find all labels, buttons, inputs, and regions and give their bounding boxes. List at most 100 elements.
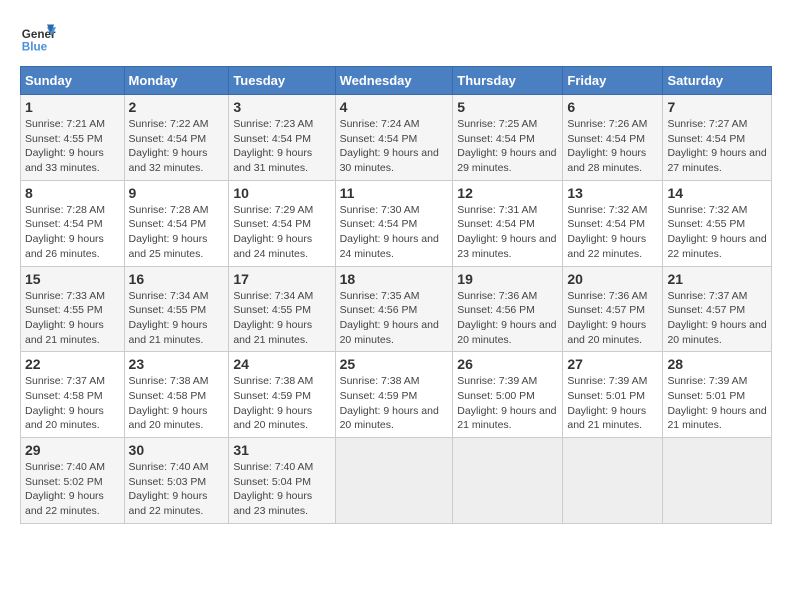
sunrise-label: Sunrise: 7:30 AM [340, 204, 420, 216]
sunset-label: Sunset: 4:54 PM [129, 133, 207, 145]
logo-icon: General Blue [20, 20, 56, 56]
sunrise-label: Sunrise: 7:39 AM [457, 375, 537, 387]
day-number: 24 [233, 356, 330, 372]
sunset-label: Sunset: 4:54 PM [25, 218, 103, 230]
daylight-label: Daylight: 9 hours and 20 minutes. [25, 405, 104, 432]
day-number: 25 [340, 356, 449, 372]
day-number: 21 [667, 271, 767, 287]
day-number: 10 [233, 185, 330, 201]
day-info: Sunrise: 7:39 AM Sunset: 5:00 PM Dayligh… [457, 374, 558, 433]
daylight-label: Daylight: 9 hours and 25 minutes. [129, 233, 208, 260]
sunset-label: Sunset: 4:54 PM [129, 218, 207, 230]
daylight-label: Daylight: 9 hours and 26 minutes. [25, 233, 104, 260]
daylight-label: Daylight: 9 hours and 24 minutes. [340, 233, 439, 260]
day-number: 30 [129, 442, 225, 458]
daylight-label: Daylight: 9 hours and 20 minutes. [340, 405, 439, 432]
day-info: Sunrise: 7:28 AM Sunset: 4:54 PM Dayligh… [25, 203, 120, 262]
calendar-cell: 5 Sunrise: 7:25 AM Sunset: 4:54 PM Dayli… [453, 95, 563, 181]
day-info: Sunrise: 7:40 AM Sunset: 5:02 PM Dayligh… [25, 460, 120, 519]
day-info: Sunrise: 7:38 AM Sunset: 4:58 PM Dayligh… [129, 374, 225, 433]
day-info: Sunrise: 7:36 AM Sunset: 4:57 PM Dayligh… [567, 289, 658, 348]
sunrise-label: Sunrise: 7:25 AM [457, 118, 537, 130]
calendar-cell: 11 Sunrise: 7:30 AM Sunset: 4:54 PM Dayl… [335, 180, 453, 266]
calendar-cell: 3 Sunrise: 7:23 AM Sunset: 4:54 PM Dayli… [229, 95, 335, 181]
calendar-cell: 13 Sunrise: 7:32 AM Sunset: 4:54 PM Dayl… [563, 180, 663, 266]
daylight-label: Daylight: 9 hours and 24 minutes. [233, 233, 312, 260]
day-number: 16 [129, 271, 225, 287]
daylight-label: Daylight: 9 hours and 22 minutes. [567, 233, 646, 260]
sunrise-label: Sunrise: 7:40 AM [129, 461, 209, 473]
day-number: 20 [567, 271, 658, 287]
sunset-label: Sunset: 4:59 PM [233, 390, 311, 402]
calendar-cell: 20 Sunrise: 7:36 AM Sunset: 4:57 PM Dayl… [563, 266, 663, 352]
calendar-cell: 10 Sunrise: 7:29 AM Sunset: 4:54 PM Dayl… [229, 180, 335, 266]
calendar-cell: 22 Sunrise: 7:37 AM Sunset: 4:58 PM Dayl… [21, 352, 125, 438]
sunrise-label: Sunrise: 7:36 AM [567, 290, 647, 302]
day-number: 17 [233, 271, 330, 287]
calendar-cell: 23 Sunrise: 7:38 AM Sunset: 4:58 PM Dayl… [124, 352, 229, 438]
sunset-label: Sunset: 4:54 PM [567, 133, 645, 145]
daylight-label: Daylight: 9 hours and 32 minutes. [129, 147, 208, 174]
day-info: Sunrise: 7:28 AM Sunset: 4:54 PM Dayligh… [129, 203, 225, 262]
calendar-cell: 30 Sunrise: 7:40 AM Sunset: 5:03 PM Dayl… [124, 438, 229, 524]
sunset-label: Sunset: 4:54 PM [567, 218, 645, 230]
sunset-label: Sunset: 5:03 PM [129, 476, 207, 488]
sunset-label: Sunset: 5:00 PM [457, 390, 535, 402]
day-number: 7 [667, 99, 767, 115]
calendar-cell: 31 Sunrise: 7:40 AM Sunset: 5:04 PM Dayl… [229, 438, 335, 524]
daylight-label: Daylight: 9 hours and 31 minutes. [233, 147, 312, 174]
daylight-label: Daylight: 9 hours and 28 minutes. [567, 147, 646, 174]
sunrise-label: Sunrise: 7:28 AM [25, 204, 105, 216]
sunset-label: Sunset: 4:55 PM [25, 304, 103, 316]
sunset-label: Sunset: 4:54 PM [340, 133, 418, 145]
header-friday: Friday [563, 67, 663, 95]
sunrise-label: Sunrise: 7:37 AM [25, 375, 105, 387]
sunrise-label: Sunrise: 7:27 AM [667, 118, 747, 130]
day-number: 1 [25, 99, 120, 115]
svg-text:Blue: Blue [22, 41, 48, 54]
daylight-label: Daylight: 9 hours and 29 minutes. [457, 147, 556, 174]
calendar-table: SundayMondayTuesdayWednesdayThursdayFrid… [20, 66, 772, 524]
daylight-label: Daylight: 9 hours and 20 minutes. [233, 405, 312, 432]
sunset-label: Sunset: 4:54 PM [457, 218, 535, 230]
sunset-label: Sunset: 4:55 PM [25, 133, 103, 145]
sunrise-label: Sunrise: 7:32 AM [567, 204, 647, 216]
sunrise-label: Sunrise: 7:33 AM [25, 290, 105, 302]
sunrise-label: Sunrise: 7:39 AM [567, 375, 647, 387]
calendar-cell [663, 438, 772, 524]
calendar-cell: 27 Sunrise: 7:39 AM Sunset: 5:01 PM Dayl… [563, 352, 663, 438]
day-info: Sunrise: 7:24 AM Sunset: 4:54 PM Dayligh… [340, 117, 449, 176]
calendar-cell: 16 Sunrise: 7:34 AM Sunset: 4:55 PM Dayl… [124, 266, 229, 352]
day-info: Sunrise: 7:32 AM Sunset: 4:54 PM Dayligh… [567, 203, 658, 262]
day-info: Sunrise: 7:39 AM Sunset: 5:01 PM Dayligh… [667, 374, 767, 433]
day-info: Sunrise: 7:27 AM Sunset: 4:54 PM Dayligh… [667, 117, 767, 176]
day-info: Sunrise: 7:33 AM Sunset: 4:55 PM Dayligh… [25, 289, 120, 348]
header-monday: Monday [124, 67, 229, 95]
sunrise-label: Sunrise: 7:36 AM [457, 290, 537, 302]
day-info: Sunrise: 7:38 AM Sunset: 4:59 PM Dayligh… [233, 374, 330, 433]
daylight-label: Daylight: 9 hours and 20 minutes. [457, 319, 556, 346]
daylight-label: Daylight: 9 hours and 20 minutes. [667, 319, 766, 346]
calendar-cell: 21 Sunrise: 7:37 AM Sunset: 4:57 PM Dayl… [663, 266, 772, 352]
sunset-label: Sunset: 5:04 PM [233, 476, 311, 488]
sunrise-label: Sunrise: 7:24 AM [340, 118, 420, 130]
day-number: 8 [25, 185, 120, 201]
day-number: 15 [25, 271, 120, 287]
sunset-label: Sunset: 4:54 PM [233, 218, 311, 230]
header-tuesday: Tuesday [229, 67, 335, 95]
header-sunday: Sunday [21, 67, 125, 95]
daylight-label: Daylight: 9 hours and 21 minutes. [129, 319, 208, 346]
sunrise-label: Sunrise: 7:38 AM [129, 375, 209, 387]
sunrise-label: Sunrise: 7:32 AM [667, 204, 747, 216]
daylight-label: Daylight: 9 hours and 20 minutes. [129, 405, 208, 432]
day-number: 29 [25, 442, 120, 458]
day-number: 18 [340, 271, 449, 287]
header-thursday: Thursday [453, 67, 563, 95]
calendar-cell [563, 438, 663, 524]
day-info: Sunrise: 7:36 AM Sunset: 4:56 PM Dayligh… [457, 289, 558, 348]
daylight-label: Daylight: 9 hours and 22 minutes. [667, 233, 766, 260]
day-number: 31 [233, 442, 330, 458]
sunrise-label: Sunrise: 7:40 AM [233, 461, 313, 473]
day-info: Sunrise: 7:37 AM Sunset: 4:58 PM Dayligh… [25, 374, 120, 433]
calendar-week-row: 8 Sunrise: 7:28 AM Sunset: 4:54 PM Dayli… [21, 180, 772, 266]
